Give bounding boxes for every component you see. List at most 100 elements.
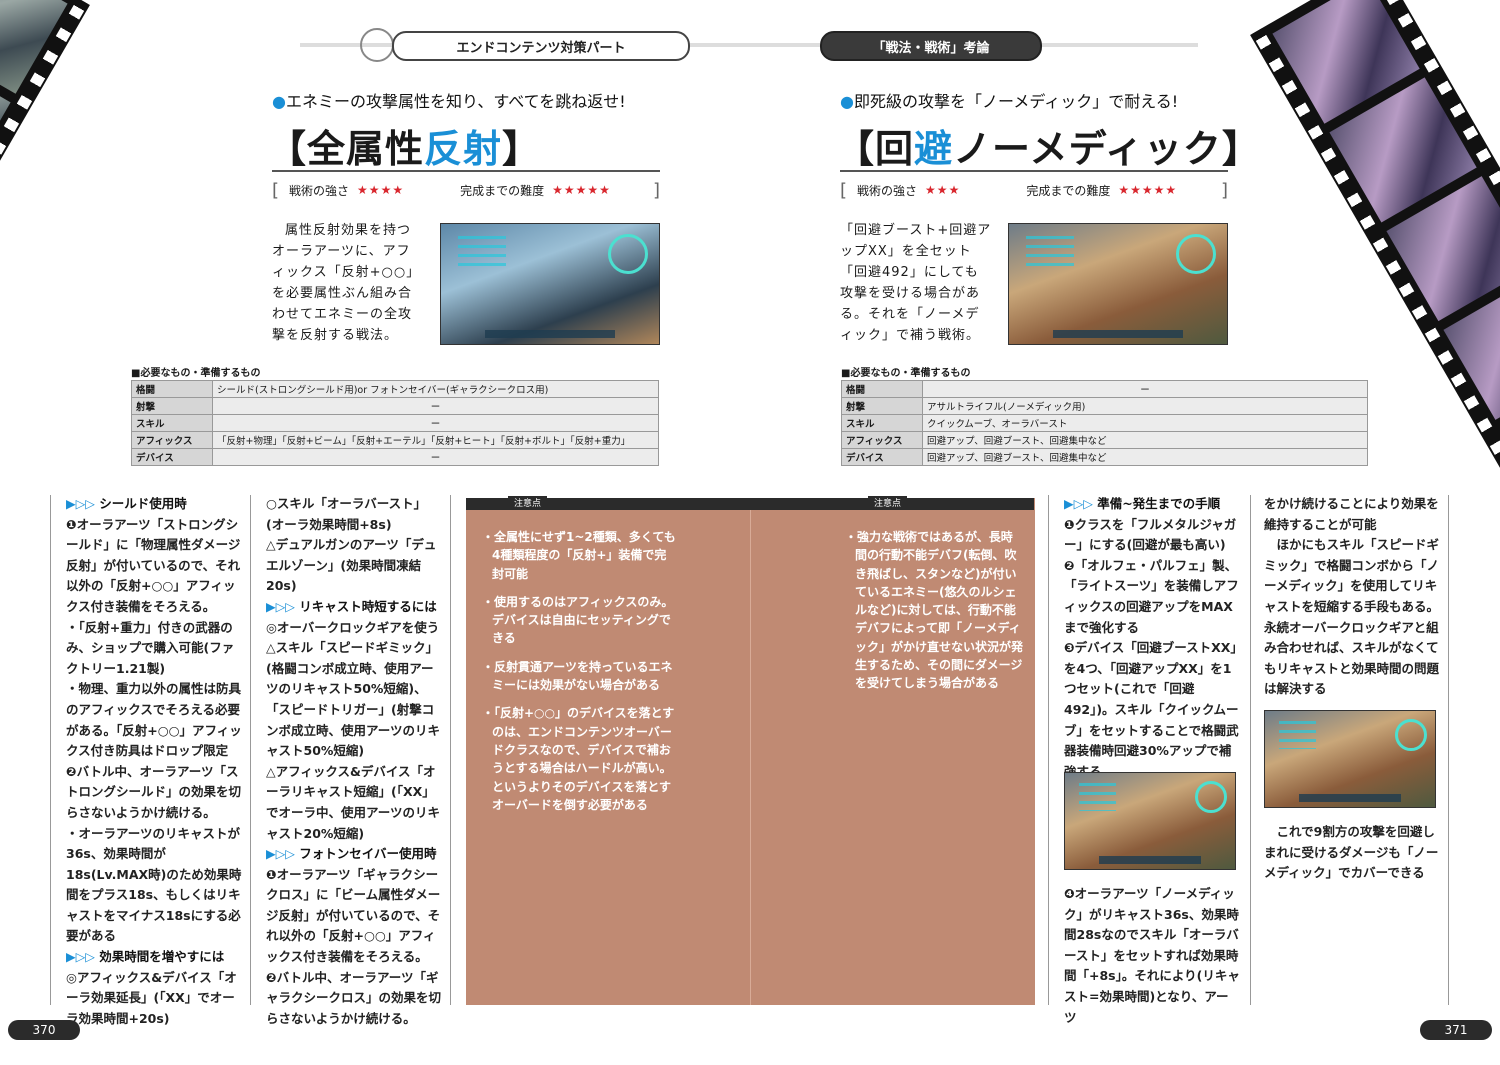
- column-rule: [1448, 495, 1449, 1005]
- triangle-marker-icon: ▶▷▷: [266, 846, 300, 862]
- section-heading: ▶▷▷ シールド使用時: [66, 494, 242, 515]
- body-column-2: ○スキル「オーラバースト」(オーラ効果時間+8s) △デュアルガンのアーツ「デュエ…: [266, 494, 442, 1029]
- page-number-left: 370: [8, 1020, 80, 1040]
- req-key: デバイス: [841, 448, 923, 466]
- left-intro: 属性反射効果を持つオーラアーツに、アフィックス「反射+○○」を必要属性ぶん組み合…: [272, 223, 421, 343]
- body-column-3-top: ▶▷▷ 準備~発生までの手順 ❶クラスを「フルメタルジャガー」にする(回避が最も高…: [1064, 494, 1240, 782]
- right-strength-stars: ★★★: [925, 183, 961, 197]
- body-paragraph: ❷バトル中、オーラアーツ「ストロングシールド」の効果を切らさないようかけ続ける。: [66, 763, 242, 820]
- note-label-left: 注意点: [508, 496, 548, 509]
- triangle-marker-icon: ▶▷▷: [66, 496, 100, 511]
- triangle-marker-icon: ▶▷▷: [266, 598, 300, 614]
- section-heading-text: リキャスト時短するには: [299, 598, 437, 614]
- req-row: 射撃ー: [131, 397, 659, 415]
- body-paragraph: ◎オーバークロックギアを使う: [266, 619, 440, 635]
- section-heading: ▶▷▷ 効果時間を増やすには: [66, 947, 242, 968]
- body-paragraph: ❷「オルフェ・パルフェ」製、「ライトスーツ」を装備しアフィックスの回避アップをM…: [1064, 557, 1239, 635]
- req-row: スキルー: [131, 414, 659, 432]
- req-value: シールド(ストロングシールド用)or フォトンセイバー(ギャラクシークロス用): [212, 380, 659, 398]
- page-number-right: 371: [1420, 1020, 1492, 1040]
- body-paragraph: をかけ続けることにより効果を維持することが可能: [1264, 496, 1439, 532]
- section-heading-text: 準備~発生までの手順: [1097, 496, 1221, 511]
- right-title: 【回避ノーメディック】: [836, 127, 1261, 171]
- body-paragraph: ❹オーラアーツ「ノーメディック」がリキャスト36s、効果時間28sなのでスキル「…: [1064, 886, 1240, 1025]
- note-header-bar: 注意点 注意点: [466, 496, 1034, 510]
- note-item: ・「反射+○○」のデバイスを落とすのは、エンドコンテンツオーバードクラスなので、…: [482, 706, 675, 812]
- section-heading-text: 効果時間を増やすには: [99, 949, 225, 965]
- column-rule: [1048, 495, 1049, 1005]
- left-rating-bar: [ 戦術の強さ ★★★★ 完成までの難度 ★★★★★ ]: [272, 179, 660, 201]
- req-row: スキル クイックムーブ、オーラバースト: [841, 414, 1368, 432]
- note-item: ・反射貫通アーツを持っているエネミーには効果がない場合がある: [482, 659, 673, 693]
- left-difficulty-stars: ★★★★★: [552, 183, 611, 197]
- left-title: 【全属性反射】: [268, 127, 542, 171]
- column-rule: [250, 495, 251, 1005]
- req-row: 格闘 シールド(ストロングシールド用)or フォトンセイバー(ギャラクシークロス用…: [131, 380, 659, 398]
- body-paragraph: ❸デバイス「回避ブーストXX」を4つ、「回避アップXX」を1つセット(これで「回…: [1064, 640, 1239, 779]
- right-title-rule: [840, 170, 1228, 172]
- left-strength-stars: ★★★★: [357, 183, 405, 197]
- body-paragraph: △アフィックス&デバイス「オーラリキャスト短縮」(「XX」でオーラ中、使用アーツ…: [266, 763, 441, 841]
- left-req-label: ■必要なもの・準備するもの: [131, 368, 261, 379]
- body-paragraph: ❶オーラアーツ「ストロングシールド」に「物理属性ダメージ反射」が付いているので、…: [66, 516, 241, 614]
- req-value: ー: [212, 448, 659, 466]
- column-3-screenshot: [1064, 772, 1236, 870]
- body-paragraph: ❶クラスを「フルメタルジャガー」にする(回避が最も高い): [1064, 516, 1237, 553]
- req-value: ー: [212, 414, 659, 432]
- right-screenshot: [1008, 223, 1228, 345]
- req-row: アフィックス 「反射+物理」「反射+ビーム」「反射+エーテル」「反射+ヒート」「反…: [131, 431, 659, 449]
- body-paragraph: △デュアルガンのアーツ「デュエルゾーン」(効果時間凍結20s): [266, 537, 437, 594]
- body-paragraph: ・オーラアーツのリキャストが36s、効果時間が18s(Lv.MAX時)のため効果…: [66, 825, 242, 944]
- note-label-right: 注意点: [868, 496, 908, 509]
- req-key: スキル: [131, 414, 213, 432]
- right-intro: 「回避ブースト+回避アップXX」を全セット「回避492」にしても攻撃を受ける場合…: [840, 223, 992, 343]
- body-paragraph: ◎アフィックス&デバイス「オーラ効果延長」(「XX」でオーラ効果時間+20s): [66, 969, 237, 1026]
- req-value: クイックムーブ、オーラバースト: [922, 414, 1368, 432]
- req-key: スキル: [841, 414, 923, 432]
- body-column-4-top: をかけ続けることにより効果を維持することが可能 ほかにもスキル「スピードギミック」…: [1264, 494, 1440, 700]
- req-row: 射撃 アサルトライフル(ノーメディック用): [841, 397, 1368, 415]
- section-heading: ▶▷▷ 準備~発生までの手順: [1064, 494, 1240, 515]
- bullet-dot-icon: ●: [840, 92, 854, 111]
- header-line-right: [1038, 43, 1198, 47]
- req-value: 「反射+物理」「反射+ビーム」「反射+エーテル」「反射+ヒート」「反射+ボルト」…: [212, 431, 659, 449]
- note-item: ・使用するのはアフィックスのみ。デバイスは自由にセッティングできる: [482, 594, 674, 646]
- column-rule: [450, 495, 451, 1005]
- req-row: アフィックス 回避アップ、回避ブースト、回避集中など: [841, 431, 1368, 449]
- triangle-marker-icon: ▶▷▷: [66, 949, 100, 965]
- body-paragraph: ○スキル「オーラバースト」(オーラ効果時間+8s): [266, 496, 427, 532]
- body-column-4-bottom: これで9割方の攻撃を回避しまれに受けるダメージも「ノーメディック」でカバーできる: [1264, 822, 1440, 884]
- body-paragraph: ・「反射+重力」付きの武器のみ、ショップで購入可能(ファクトリー1.21製): [66, 619, 235, 676]
- header-ornament-icon: [360, 28, 394, 62]
- body-paragraph: ❶オーラアーツ「ギャラクシークロス」に「ビーム属性ダメージ反射」が付いているので…: [266, 866, 441, 965]
- column-4-screenshot: [1264, 710, 1436, 808]
- note-box-left: ・全属性にせず1~2種類、多くても4種類程度の「反射+」装備で完封可能 ・使用する…: [466, 498, 750, 1005]
- body-column-1: ▶▷▷ シールド使用時 ❶オーラアーツ「ストロングシールド」に「物理属性ダメージ反…: [66, 494, 242, 1029]
- req-key: 射撃: [841, 397, 923, 415]
- left-screenshot: [440, 223, 660, 345]
- left-kicker: ●エネミーの攻撃属性を知り、すべてを跳ね返せ!: [272, 92, 626, 111]
- req-value: ー: [212, 397, 659, 415]
- header-line-center: [686, 43, 820, 47]
- right-rating-bar: [ 戦術の強さ ★★★ 完成までの難度 ★★★★★ ]: [840, 179, 1228, 201]
- note-item: ・強力な戦術ではあるが、長時間の行動不能デバフ(転倒、吹き飛ばし、スタンなど)が…: [845, 530, 1024, 691]
- left-title-rule: [272, 170, 660, 172]
- column-rule: [1250, 495, 1251, 1005]
- req-key: 格闘: [131, 380, 213, 398]
- req-row: 格闘ー: [841, 380, 1368, 398]
- body-column-3-bottom: ❹オーラアーツ「ノーメディック」がリキャスト36s、効果時間28sなのでスキル「…: [1064, 884, 1240, 1028]
- column-rule: [50, 495, 51, 1005]
- right-req-label: ■必要なもの・準備するもの: [841, 368, 971, 379]
- section-heading: ▶▷▷ リキャスト時短するには: [266, 597, 442, 618]
- right-difficulty-stars: ★★★★★: [1118, 183, 1178, 197]
- section-heading-text: シールド使用時: [99, 496, 187, 511]
- header-tab-right: 「戦法・戦術」考論: [820, 31, 1042, 61]
- right-kicker: ●即死級の攻撃を「ノーメディック」で耐える!: [840, 92, 1179, 111]
- req-value: アサルトライフル(ノーメディック用): [922, 397, 1368, 415]
- req-key: 射撃: [131, 397, 213, 415]
- section-heading: ▶▷▷ フォトンセイバー使用時: [266, 844, 442, 865]
- left-req-table: 格闘 シールド(ストロングシールド用)or フォトンセイバー(ギャラクシークロス用…: [131, 380, 659, 466]
- req-key: アフィックス: [841, 431, 923, 449]
- req-key: アフィックス: [131, 431, 213, 449]
- req-row: デバイスー: [131, 448, 659, 466]
